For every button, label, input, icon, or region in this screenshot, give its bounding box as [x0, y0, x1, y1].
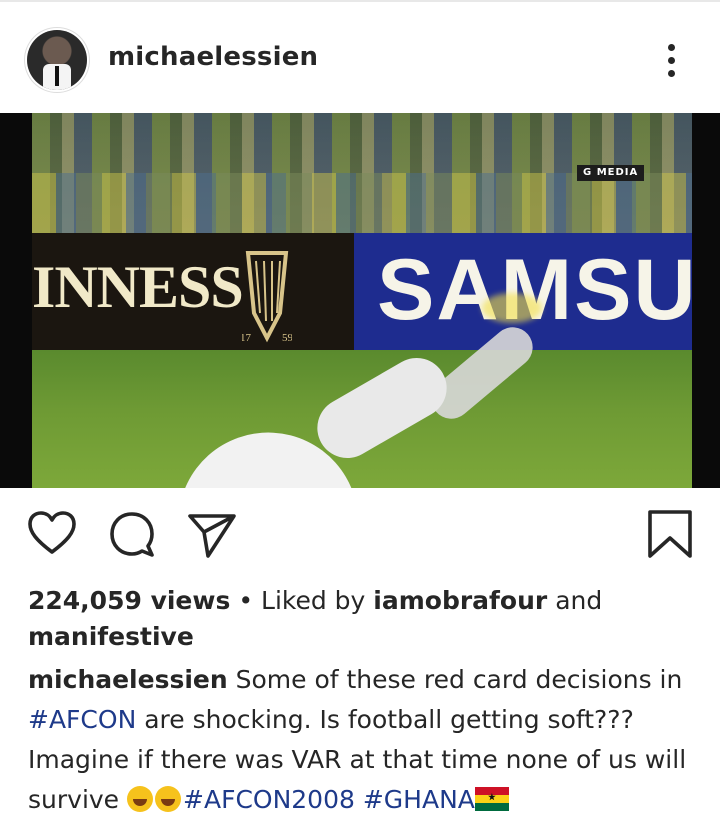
watermark-text: G MEDIA	[583, 167, 639, 178]
post-header: michaelessien	[0, 18, 720, 104]
ad-text-samsung: SAMSU	[377, 242, 692, 338]
liked-user-link[interactable]: iamobrafour	[373, 586, 547, 615]
ball-blur	[482, 293, 542, 323]
tears-of-joy-icon	[127, 786, 154, 812]
caption-author[interactable]: michaelessien	[28, 665, 228, 694]
liked-user-link[interactable]: manifestive	[28, 622, 194, 651]
watermark-badge: G MEDIA	[577, 165, 645, 181]
post-username[interactable]: michaelessien	[108, 42, 318, 72]
ad-text-guinness: INNESS	[32, 254, 244, 320]
hashtag-link[interactable]: #AFCON2008	[183, 785, 355, 814]
video-frame: INNESS 17 59 SAMSU G MEDIA	[32, 113, 692, 488]
send-icon[interactable]	[186, 508, 238, 560]
bookmark-icon[interactable]	[644, 508, 696, 560]
caption-text: Some of these red card decisions in	[227, 665, 683, 694]
post-stats: 224,059 views • Liked by iamobrafour and…	[28, 583, 688, 655]
stadium-crowd	[32, 173, 692, 233]
heart-icon[interactable]	[26, 508, 78, 560]
ghana-flag-icon	[474, 787, 509, 811]
avatar-tie	[55, 66, 59, 86]
and-label: and	[547, 586, 603, 615]
action-bar	[0, 500, 720, 570]
post-video[interactable]: INNESS 17 59 SAMSU G MEDIA	[0, 113, 720, 488]
harp-year-left: 17	[242, 332, 252, 343]
harp-year-right: 59	[282, 332, 292, 343]
liked-by-label: • Liked by	[230, 586, 374, 615]
tears-of-joy-icon	[155, 786, 182, 812]
hashtag-link[interactable]: #GHANA	[363, 785, 475, 814]
post-caption: michaelessien Some of these red card dec…	[28, 660, 696, 820]
comment-icon[interactable]	[106, 508, 158, 560]
view-count[interactable]: 224,059 views	[28, 586, 230, 615]
more-vertical-icon[interactable]	[658, 40, 686, 80]
avatar[interactable]	[27, 30, 87, 90]
harp-logo-icon: 17 59	[242, 251, 292, 343]
hashtag-link[interactable]: #AFCON	[28, 705, 136, 734]
top-divider	[0, 0, 720, 2]
